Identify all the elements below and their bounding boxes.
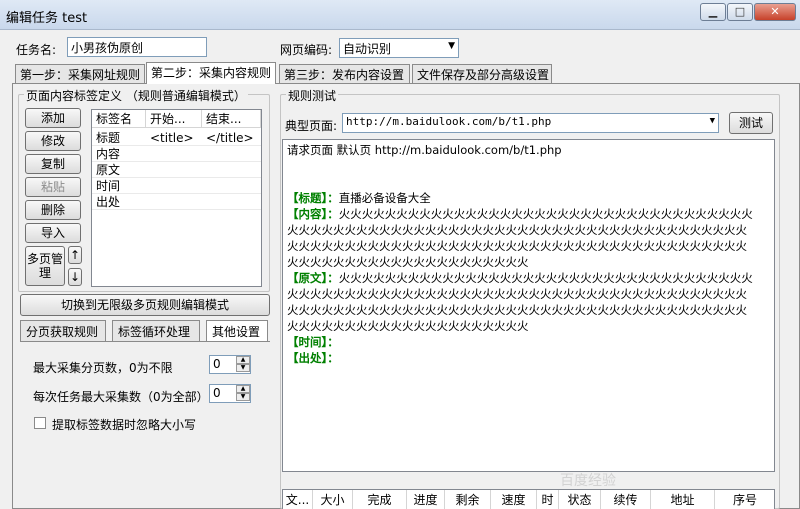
column-header-time[interactable]: 时 [537,490,559,509]
add-button[interactable]: 添加 [25,108,81,128]
original-field-label: 【原文】： [287,271,339,285]
column-header-progress[interactable]: 进度 [407,490,445,509]
download-list-header: 文... 大小 完成 进度 剩余 速度 时 状态 续传 地址 序号 [282,489,775,509]
tab-step3[interactable]: 第三步：发布内容设置 [279,64,410,83]
content-line: 火火火火火火火火火火火火火火火火火火火火火 [287,255,529,269]
move-up-button[interactable]: ↑ [68,246,82,264]
test-button[interactable]: 测试 [729,112,773,134]
column-header-resume[interactable]: 续传 [601,490,651,509]
switch-multilevel-mode-button[interactable]: 切换到无限级多页规则编辑模式 [20,294,270,316]
multipage-manage-button[interactable]: 多页管理 [25,246,65,286]
title-field-label: 【标题】： [287,191,339,205]
max-items-label: 每次任务最大采集数（0为全部）: [33,390,213,404]
tag-start-cell: <title> [150,131,194,145]
column-header-done[interactable]: 完成 [353,490,407,509]
task-name-input[interactable]: 小男孩伪原创 [67,37,207,57]
column-header-file[interactable]: 文... [283,490,313,509]
original-line: 火火火火火火火火火火火火火火火火火火火火火火火火火火火火火火火火火火火火火火火火 [287,287,747,301]
tab-pagination-rules[interactable]: 分页获取规则 [20,320,106,341]
tab-step1[interactable]: 第一步：采集网址规则 [15,64,145,83]
table-row[interactable]: 原文 [92,162,261,178]
result-title-row: 【标题】：直播必备设备大全 [287,190,431,206]
table-row[interactable]: 时间 [92,178,261,194]
original-line: 火火火火火火火火火火火火火火火火火火火火火火火火火火火火火火火火火火火火火火火火 [287,303,747,317]
content-line: 火火火火火火火火火火火火火火火火火火火火火火火火火火火火火火火火火火火火火火火火 [287,239,747,253]
edit-button[interactable]: 修改 [25,131,81,151]
content-line: 火火火火火火火火火火火火火火火火火火火火火火火火火火火火火火火火火火火火火火火火 [287,223,747,237]
spin-down-icon[interactable]: ▼ [236,393,250,401]
test-result-area[interactable]: 请求页面 默认页 http://m.baidulook.com/b/t1.php… [282,139,775,472]
max-items-value: 0 [213,386,221,400]
tag-name-cell: 出处 [96,195,121,209]
time-field-label: 【时间】： [287,335,339,349]
content-field-label: 【内容】： [287,207,339,221]
max-items-input[interactable]: 0 ▲ ▼ [209,384,251,403]
request-line: 请求页面 默认页 http://m.baidulook.com/b/t1.php [287,143,562,157]
chevron-down-icon: ▼ [448,41,455,51]
typical-page-select[interactable]: http://m.baidulook.com/b/t1.php ▼ [342,113,719,133]
tag-end-cell: </title> [206,131,254,145]
column-header-size[interactable]: 大小 [313,490,353,509]
watermark: 百度经验 [560,473,616,489]
tab-other-settings[interactable]: 其他设置 [206,320,268,341]
tab-tag-loop[interactable]: 标签循环处理 [112,320,200,341]
paste-button[interactable]: 粘贴 [25,177,81,197]
window-title: 编辑任务 test [6,11,88,26]
ignore-case-checkbox[interactable] [34,417,46,429]
source-field-label: 【出处】： [287,351,339,365]
rule-test-legend: 规则测试 [286,87,339,104]
task-name-value: 小男孩伪原创 [71,41,144,55]
maximize-button[interactable]: □ [727,3,753,21]
tag-list[interactable]: 标签名 开始... 结束... 标题 <title> </title> 内容 原… [91,109,262,287]
tag-name-cell: 内容 [96,147,121,161]
max-pages-input[interactable]: 0 ▲ ▼ [209,355,251,374]
import-button[interactable]: 导入 [25,223,81,243]
tag-definition-legend: 页面内容标签定义 （规则普通编辑模式） [24,87,248,104]
table-row[interactable]: 出处 [92,194,261,210]
ignore-case-label: 提取标签数据时忽略大小写 [52,418,197,432]
max-pages-value: 0 [213,357,221,371]
move-down-button[interactable]: ↓ [68,268,82,286]
column-header-end[interactable]: 结束... [202,110,261,128]
result-content-row: 【内容】：火火火火火火火火火火火火火火火火火火火火火火火火火火火火火火火火火火火… [287,206,753,222]
close-button[interactable]: ✕ [754,3,796,21]
spin-up-icon[interactable]: ▲ [236,356,250,364]
tab-file-save[interactable]: 文件保存及部分高级设置 [412,64,552,83]
minimize-button[interactable]: ▁ [700,3,726,21]
copy-button[interactable]: 复制 [25,154,81,174]
table-row[interactable]: 内容 [92,146,261,162]
column-header-start[interactable]: 开始... [146,110,202,128]
typical-page-value: http://m.baidulook.com/b/t1.php [346,115,552,128]
original-line: 火火火火火火火火火火火火火火火火火火火火火 [287,319,529,333]
column-header-address[interactable]: 地址 [651,490,715,509]
encoding-value: 自动识别 [343,42,392,56]
typical-page-label: 典型页面: [285,119,338,133]
column-header-status[interactable]: 状态 [559,490,601,509]
table-row[interactable]: 标题 <title> </title> [92,130,261,146]
tag-name-cell: 时间 [96,179,121,193]
title-field-value: 直播必备设备大全 [338,191,431,205]
encoding-select[interactable]: 自动识别 ▼ [339,38,459,58]
original-field-value: 火火火火火火火火火火火火火火火火火火火火火火火火火火火火火火火火火火火火 [338,271,753,285]
spin-up-icon[interactable]: ▲ [236,385,250,393]
tab-step2[interactable]: 第二步：采集内容规则 [146,62,276,84]
column-header-tag-name[interactable]: 标签名 [92,110,146,128]
max-pages-label: 最大采集分页数，0为不限 [33,361,173,375]
delete-button[interactable]: 删除 [25,200,81,220]
encoding-label: 网页编码: [280,43,333,57]
column-header-index[interactable]: 序号 [715,490,775,509]
result-original-row: 【原文】：火火火火火火火火火火火火火火火火火火火火火火火火火火火火火火火火火火火… [287,270,753,286]
task-name-label: 任务名: [16,43,57,57]
tag-name-cell: 标题 [96,131,121,145]
content-field-value: 火火火火火火火火火火火火火火火火火火火火火火火火火火火火火火火火火火火火 [338,207,753,221]
tag-name-cell: 原文 [96,163,121,177]
title-bar: 编辑任务 test ▁ □ ✕ [0,0,800,30]
spin-down-icon[interactable]: ▼ [236,364,250,372]
column-header-remaining[interactable]: 剩余 [445,490,491,509]
chevron-down-icon: ▼ [709,116,715,126]
column-header-speed[interactable]: 速度 [491,490,537,509]
